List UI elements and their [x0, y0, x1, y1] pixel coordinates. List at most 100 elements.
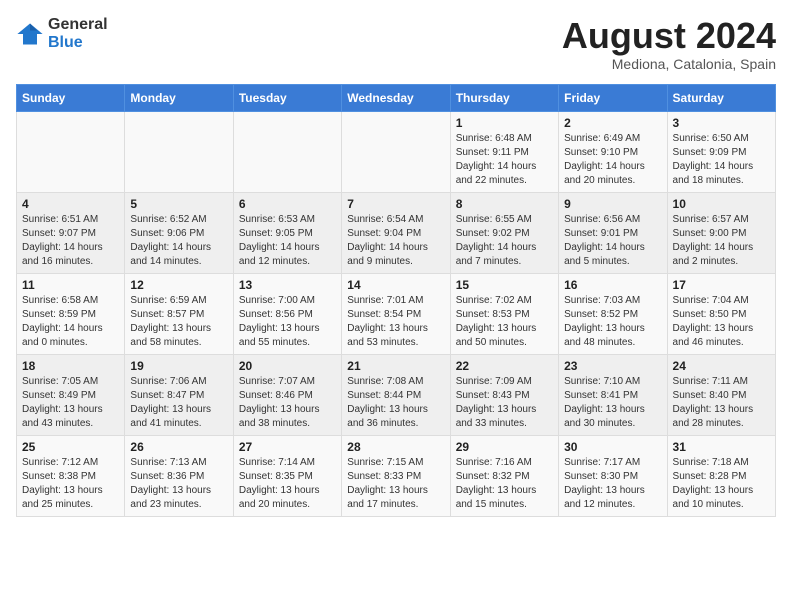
calendar-cell: 15 Sunrise: 7:02 AM Sunset: 8:53 PM Dayli… — [450, 273, 558, 354]
day-number: 4 — [22, 197, 119, 211]
day-info: Sunrise: 6:55 AM Sunset: 9:02 PM Dayligh… — [456, 213, 553, 269]
day-number: 18 — [22, 359, 119, 373]
day-number: 9 — [564, 197, 661, 211]
day-info: Sunrise: 7:08 AM Sunset: 8:44 PM Dayligh… — [347, 375, 444, 431]
weekday-header-monday: Monday — [125, 84, 233, 111]
day-number: 3 — [673, 116, 770, 130]
calendar-cell: 22Sunrise: 7:09 AM Sunset: 8:43 PM Dayli… — [450, 354, 558, 435]
month-year-title: August 2024 — [562, 16, 776, 56]
calendar-cell — [233, 111, 341, 192]
day-number: 27 — [239, 440, 336, 454]
day-info: Sunrise: 7:13 AM Sunset: 8:36 PM Dayligh… — [130, 456, 227, 512]
calendar-cell: 20Sunrise: 7:07 AM Sunset: 8:46 PM Dayli… — [233, 354, 341, 435]
day-info: Sunrise: 7:16 AM Sunset: 8:32 PM Dayligh… — [456, 456, 553, 512]
calendar-cell: 29 Sunrise: 7:16 AM Sunset: 8:32 PM Dayli… — [450, 435, 558, 516]
logo-general-label: General — [48, 16, 108, 34]
calendar-cell: 14 Sunrise: 7:01 AM Sunset: 8:54 PM Dayli… — [342, 273, 450, 354]
weekday-header-friday: Friday — [559, 84, 667, 111]
calendar-cell: 21 Sunrise: 7:08 AM Sunset: 8:44 PM Dayli… — [342, 354, 450, 435]
day-number: 29 — [456, 440, 553, 454]
calendar-week-row: 25Sunrise: 7:12 AM Sunset: 8:38 PM Dayli… — [17, 435, 776, 516]
location-subtitle: Mediona, Catalonia, Spain — [562, 56, 776, 72]
logo-icon — [16, 20, 44, 48]
calendar-cell: 5 Sunrise: 6:52 AM Sunset: 9:06 PM Daylig… — [125, 192, 233, 273]
day-number: 19 — [130, 359, 227, 373]
day-info: Sunrise: 7:07 AM Sunset: 8:46 PM Dayligh… — [239, 375, 336, 431]
day-number: 15 — [456, 278, 553, 292]
day-number: 24 — [673, 359, 770, 373]
calendar-cell: 30 Sunrise: 7:17 AM Sunset: 8:30 PM Dayli… — [559, 435, 667, 516]
day-info: Sunrise: 7:12 AM Sunset: 8:38 PM Dayligh… — [22, 456, 119, 512]
day-info: Sunrise: 7:18 AM Sunset: 8:28 PM Dayligh… — [673, 456, 770, 512]
day-info: Sunrise: 7:17 AM Sunset: 8:30 PM Dayligh… — [564, 456, 661, 512]
day-info: Sunrise: 6:52 AM Sunset: 9:06 PM Dayligh… — [130, 213, 227, 269]
calendar-week-row: 1 Sunrise: 6:48 AM Sunset: 9:11 PM Daylig… — [17, 111, 776, 192]
day-info: Sunrise: 6:58 AM Sunset: 8:59 PM Dayligh… — [22, 294, 119, 350]
day-number: 12 — [130, 278, 227, 292]
calendar-cell: 13 Sunrise: 7:00 AM Sunset: 8:56 PM Dayli… — [233, 273, 341, 354]
day-info: Sunrise: 6:59 AM Sunset: 8:57 PM Dayligh… — [130, 294, 227, 350]
day-info: Sunrise: 6:48 AM Sunset: 9:11 PM Dayligh… — [456, 132, 553, 188]
day-info: Sunrise: 7:04 AM Sunset: 8:50 PM Dayligh… — [673, 294, 770, 350]
day-info: Sunrise: 7:00 AM Sunset: 8:56 PM Dayligh… — [239, 294, 336, 350]
day-number: 28 — [347, 440, 444, 454]
day-number: 13 — [239, 278, 336, 292]
day-number: 8 — [456, 197, 553, 211]
day-number: 11 — [22, 278, 119, 292]
day-number: 2 — [564, 116, 661, 130]
day-info: Sunrise: 7:15 AM Sunset: 8:33 PM Dayligh… — [347, 456, 444, 512]
day-info: Sunrise: 7:09 AM Sunset: 8:43 PM Dayligh… — [456, 375, 553, 431]
calendar-cell: 28 Sunrise: 7:15 AM Sunset: 8:33 PM Dayli… — [342, 435, 450, 516]
calendar-cell: 1 Sunrise: 6:48 AM Sunset: 9:11 PM Daylig… — [450, 111, 558, 192]
logo: General Blue — [16, 16, 108, 51]
calendar-cell: 9 Sunrise: 6:56 AM Sunset: 9:01 PM Daylig… — [559, 192, 667, 273]
calendar-cell: 4 Sunrise: 6:51 AM Sunset: 9:07 PM Daylig… — [17, 192, 125, 273]
calendar-cell: 18 Sunrise: 7:05 AM Sunset: 8:49 PM Dayli… — [17, 354, 125, 435]
day-info: Sunrise: 7:02 AM Sunset: 8:53 PM Dayligh… — [456, 294, 553, 350]
day-info: Sunrise: 7:01 AM Sunset: 8:54 PM Dayligh… — [347, 294, 444, 350]
calendar-cell: 26 Sunrise: 7:13 AM Sunset: 8:36 PM Dayli… — [125, 435, 233, 516]
page-header: General Blue August 2024 Mediona, Catalo… — [16, 16, 776, 72]
logo-blue-label: Blue — [48, 34, 108, 52]
calendar-cell: 31 Sunrise: 7:18 AM Sunset: 8:28 PM Dayli… — [667, 435, 775, 516]
day-info: Sunrise: 6:51 AM Sunset: 9:07 PM Dayligh… — [22, 213, 119, 269]
day-number: 14 — [347, 278, 444, 292]
day-number: 31 — [673, 440, 770, 454]
calendar-cell: 11 Sunrise: 6:58 AM Sunset: 8:59 PM Dayli… — [17, 273, 125, 354]
calendar-table: SundayMondayTuesdayWednesdayThursdayFrid… — [16, 84, 776, 517]
calendar-cell: 7 Sunrise: 6:54 AM Sunset: 9:04 PM Daylig… — [342, 192, 450, 273]
day-info: Sunrise: 7:05 AM Sunset: 8:49 PM Dayligh… — [22, 375, 119, 431]
calendar-cell — [17, 111, 125, 192]
calendar-cell: 8 Sunrise: 6:55 AM Sunset: 9:02 PM Daylig… — [450, 192, 558, 273]
day-number: 30 — [564, 440, 661, 454]
day-info: Sunrise: 7:14 AM Sunset: 8:35 PM Dayligh… — [239, 456, 336, 512]
calendar-cell: 6 Sunrise: 6:53 AM Sunset: 9:05 PM Daylig… — [233, 192, 341, 273]
day-info: Sunrise: 7:03 AM Sunset: 8:52 PM Dayligh… — [564, 294, 661, 350]
day-info: Sunrise: 6:56 AM Sunset: 9:01 PM Dayligh… — [564, 213, 661, 269]
day-info: Sunrise: 7:06 AM Sunset: 8:47 PM Dayligh… — [130, 375, 227, 431]
calendar-week-row: 4 Sunrise: 6:51 AM Sunset: 9:07 PM Daylig… — [17, 192, 776, 273]
calendar-week-row: 11 Sunrise: 6:58 AM Sunset: 8:59 PM Dayli… — [17, 273, 776, 354]
day-number: 1 — [456, 116, 553, 130]
day-info: Sunrise: 6:53 AM Sunset: 9:05 PM Dayligh… — [239, 213, 336, 269]
day-number: 21 — [347, 359, 444, 373]
weekday-header-saturday: Saturday — [667, 84, 775, 111]
calendar-cell: 27 Sunrise: 7:14 AM Sunset: 8:35 PM Dayli… — [233, 435, 341, 516]
weekday-header-thursday: Thursday — [450, 84, 558, 111]
day-number: 17 — [673, 278, 770, 292]
day-number: 23 — [564, 359, 661, 373]
day-info: Sunrise: 6:54 AM Sunset: 9:04 PM Dayligh… — [347, 213, 444, 269]
calendar-cell — [342, 111, 450, 192]
day-number: 26 — [130, 440, 227, 454]
day-number: 10 — [673, 197, 770, 211]
calendar-cell: 10Sunrise: 6:57 AM Sunset: 9:00 PM Dayli… — [667, 192, 775, 273]
logo-text: General Blue — [48, 16, 108, 51]
calendar-cell: 16Sunrise: 7:03 AM Sunset: 8:52 PM Dayli… — [559, 273, 667, 354]
calendar-cell — [125, 111, 233, 192]
day-number: 7 — [347, 197, 444, 211]
day-info: Sunrise: 6:50 AM Sunset: 9:09 PM Dayligh… — [673, 132, 770, 188]
calendar-cell: 3 Sunrise: 6:50 AM Sunset: 9:09 PM Daylig… — [667, 111, 775, 192]
calendar-cell: 19 Sunrise: 7:06 AM Sunset: 8:47 PM Dayli… — [125, 354, 233, 435]
day-number: 6 — [239, 197, 336, 211]
day-number: 5 — [130, 197, 227, 211]
